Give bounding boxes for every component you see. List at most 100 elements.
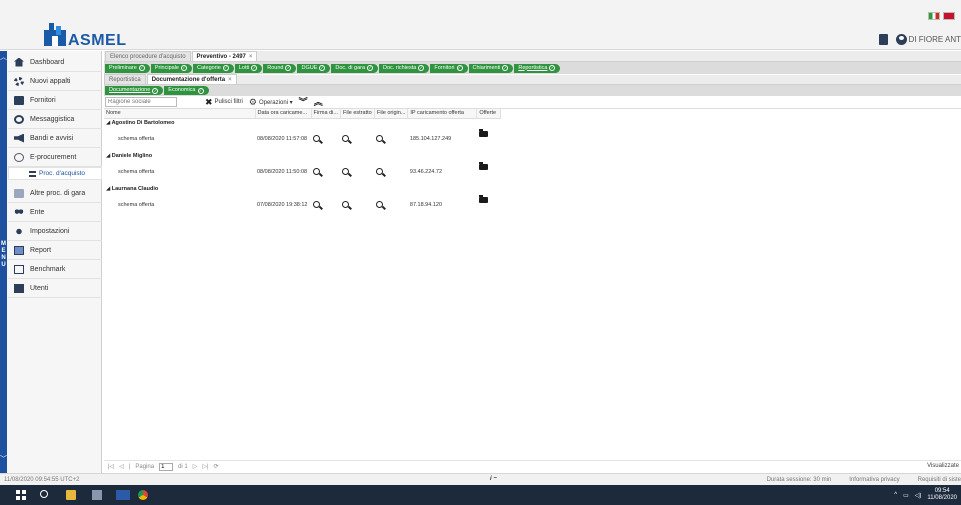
check-icon: ✓ — [197, 87, 204, 94]
network-icon[interactable]: ▭ — [903, 492, 909, 499]
step-doc-richiesta[interactable]: Doc. richiesta ✓ — [379, 63, 430, 73]
sidebar-item-benchmark[interactable]: Benchmark — [8, 260, 102, 279]
chevron-up-icon[interactable]: ︿ — [0, 53, 7, 62]
magnifier-icon[interactable] — [313, 200, 320, 208]
first-page-icon[interactable]: |◁ — [108, 463, 114, 470]
last-page-icon[interactable]: ▷| — [202, 463, 208, 470]
table-row: schema offerta 08/08/2020 11:57:08 185.1… — [104, 127, 501, 151]
system-tray: ^ ▭ ◁) 09:54 11/08/2020 — [894, 488, 957, 502]
page-number-input[interactable] — [159, 462, 174, 471]
magnifier-icon[interactable] — [313, 134, 320, 142]
group-row[interactable]: ◢ Daniele Miglino — [104, 151, 501, 170]
step-label: Documentazione — [109, 87, 151, 93]
folder-icon[interactable] — [478, 194, 488, 203]
tab-preventivo[interactable]: Preventivo - 2497 × — [191, 51, 258, 61]
sidebar-item-e-procurement[interactable]: E-procurement — [8, 148, 102, 167]
column-header[interactable]: File origin... — [374, 109, 409, 119]
column-header[interactable]: IP caricamento offerta — [407, 109, 478, 119]
sidebar-item-label: E-procurement — [30, 153, 77, 161]
step-dgue[interactable]: DGUE ✓ — [297, 63, 331, 73]
close-icon[interactable]: × — [249, 54, 253, 60]
main-panel: Elenco procedure d'acquisto Preventivo -… — [104, 51, 961, 473]
magnifier-icon[interactable] — [313, 167, 320, 175]
sidebar-item-utenti[interactable]: Utenti — [8, 279, 102, 298]
sidebar-item-bandi[interactable]: Bandi e avvisi — [8, 129, 102, 148]
magnifier-icon[interactable] — [376, 167, 384, 175]
magnifier-icon[interactable] — [376, 200, 384, 208]
sidebar-item-report[interactable]: Report — [8, 241, 102, 260]
word-icon[interactable] — [116, 490, 130, 500]
substep-economica[interactable]: Economica ✓ — [164, 86, 209, 95]
step-reportistica[interactable]: Reportistica ✓ — [514, 63, 561, 73]
step-doc-di-gara[interactable]: Doc. di gara ✓ — [331, 63, 379, 73]
sidebar-item-nuovi-appalti[interactable]: Nuovi appalti — [8, 72, 102, 91]
tab-documentazione-offerta[interactable]: Documentazione d'offerta × — [146, 74, 237, 84]
sidebar-item-altre-proc[interactable]: Altre proc. di gara — [8, 184, 102, 203]
clear-filters-button[interactable]: ✖ Pulisci filtri — [205, 98, 243, 107]
sidebar-item-ente[interactable]: Ente — [8, 203, 102, 222]
step-chiarimenti[interactable]: Chiarimenti ✓ — [468, 63, 514, 73]
column-header[interactable]: Offerte — [476, 109, 502, 119]
info-icon[interactable]: i ~ — [490, 476, 497, 482]
sidebar-item-fornitori[interactable]: Fornitori — [8, 91, 102, 110]
sidebar-item-label: Bandi e avvisi — [30, 134, 74, 142]
volume-icon[interactable]: ◁) — [915, 492, 922, 499]
sidebar-item-impostazioni[interactable]: Impostazioni — [8, 222, 102, 241]
collapse-all-button[interactable]: ︽ — [314, 98, 323, 107]
magnifier-icon[interactable] — [342, 134, 350, 142]
manual-icon[interactable] — [878, 34, 888, 45]
expand-all-button[interactable]: ︾ — [299, 98, 308, 107]
calculator-icon[interactable] — [92, 490, 102, 500]
check-icon: ✓ — [418, 65, 425, 71]
column-header[interactable]: Nome — [104, 109, 256, 119]
folder-icon[interactable] — [478, 128, 488, 137]
english-flag-icon[interactable] — [943, 12, 955, 20]
step-principale[interactable]: Principale ✓ — [150, 63, 192, 73]
user-menu[interactable]: DI FIORE ANT — [895, 34, 961, 45]
windows-start-icon[interactable] — [16, 490, 26, 500]
search-icon[interactable] — [40, 490, 48, 498]
column-header[interactable]: Data ora caricame... — [255, 109, 312, 119]
search-input[interactable] — [105, 97, 177, 107]
step-preliminare[interactable]: Preliminare ✓ — [105, 63, 150, 73]
next-page-icon[interactable]: ▷ — [193, 463, 198, 470]
privacy-link[interactable]: Informativa privacy — [849, 477, 899, 483]
sidebar-item-dashboard[interactable]: Dashboard — [8, 53, 102, 72]
step-label: Categorie — [196, 64, 221, 71]
tab-reportistica[interactable]: Reportistica — [104, 74, 146, 84]
column-header[interactable]: Firma di... — [311, 109, 341, 119]
folder-icon[interactable] — [478, 161, 488, 170]
chevron-down-icon[interactable]: ﹀ — [0, 455, 7, 464]
step-fornitori[interactable]: Fornitori ✓ — [430, 63, 468, 73]
tray-chevron-icon[interactable]: ^ — [894, 492, 897, 498]
tab-elenco-procedure[interactable]: Elenco procedure d'acquisto — [105, 51, 191, 61]
column-header[interactable]: File estratto — [340, 109, 375, 119]
sidebar-item-messaggistica[interactable]: Messaggistica — [8, 110, 102, 129]
file-explorer-icon[interactable] — [66, 490, 76, 500]
magnifier-icon[interactable] — [342, 200, 350, 208]
step-categorie[interactable]: Categorie ✓ — [192, 63, 234, 73]
document-icon — [14, 188, 24, 198]
prev-page-icon[interactable]: ◁ — [119, 463, 124, 470]
magnifier-icon[interactable] — [376, 134, 384, 142]
italian-flag-icon[interactable] — [928, 12, 940, 20]
tab-label: Elenco procedure d'acquisto — [110, 54, 186, 60]
requirements-link[interactable]: Requisiti di siste — [918, 477, 961, 483]
taskbar-clock[interactable]: 09:54 11/08/2020 — [927, 488, 957, 502]
chrome-icon[interactable] — [138, 490, 148, 500]
close-icon[interactable]: × — [228, 77, 232, 83]
sidebar-subitem-proc-acquisto[interactable]: Proc. d'acquisto — [8, 167, 102, 180]
procurement-icon — [14, 152, 24, 162]
magnifier-icon[interactable] — [342, 167, 350, 175]
refresh-icon[interactable]: ⟳ — [214, 463, 219, 470]
operations-button[interactable]: ⚙ Operazioni ▾ — [249, 98, 293, 107]
menu-collapse-bar[interactable]: ︿ M E N U ﹀ — [0, 51, 7, 473]
report-icon — [14, 245, 24, 255]
step-lotti[interactable]: Lotti ✓ — [234, 63, 263, 73]
sidebar-item-label: Ente — [30, 208, 45, 216]
step-label: Principale — [154, 64, 179, 71]
substep-documentazione[interactable]: Documentazione ✓ — [105, 86, 164, 95]
group-row[interactable]: ◢ Laurnana Claudio — [104, 184, 501, 203]
step-round[interactable]: Round ✓ — [263, 63, 297, 73]
group-row[interactable]: ◢ Agostino Di Bartolomeo — [104, 118, 501, 137]
